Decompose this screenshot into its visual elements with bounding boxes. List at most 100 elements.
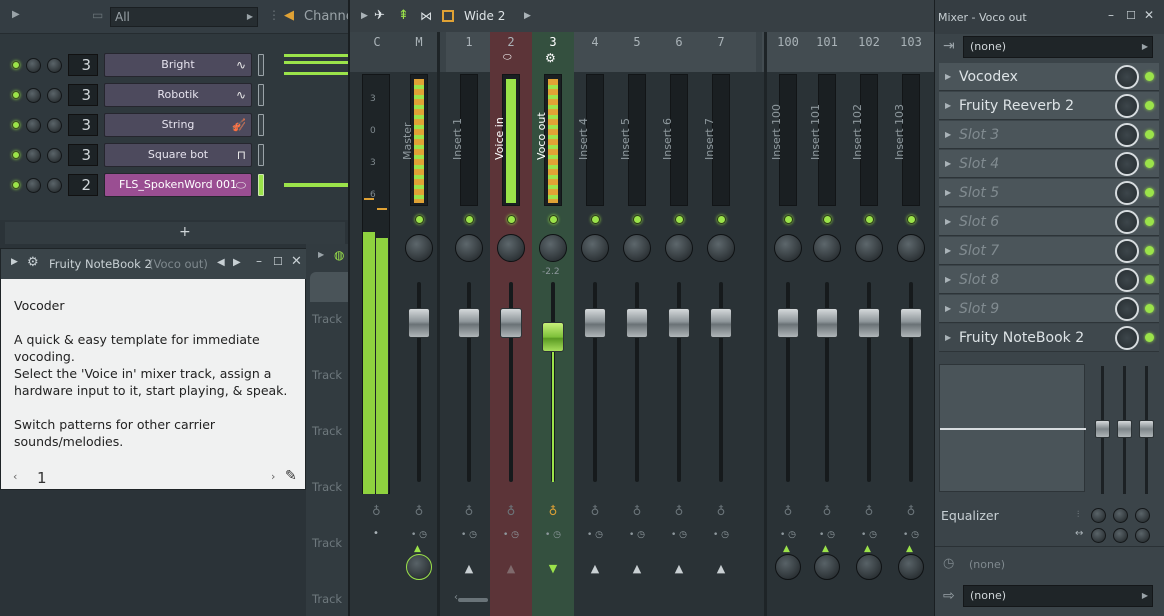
strip-pan-knob[interactable]: [774, 234, 802, 262]
strip-mute-led[interactable]: [415, 215, 424, 224]
time-source-value[interactable]: (none): [969, 558, 1005, 571]
volume-fader[interactable]: [542, 322, 564, 352]
page-next-icon[interactable]: ›: [271, 470, 275, 483]
slot-menu-arrow-icon[interactable]: ▶: [945, 121, 951, 149]
slot-mix-knob[interactable]: [1115, 123, 1139, 147]
channel-button[interactable]: Robotik ∿: [104, 83, 252, 107]
route-up-icon[interactable]: ▲: [713, 562, 729, 576]
channel-mute-led[interactable]: [12, 121, 20, 129]
mic-icon[interactable]: ♁: [714, 504, 728, 522]
pencil-icon[interactable]: ✎: [285, 468, 297, 484]
slot-mix-knob[interactable]: [1115, 297, 1139, 321]
channel-mute-led[interactable]: [12, 151, 20, 159]
channel-volume-knob[interactable]: [47, 147, 62, 163]
channel-volume-knob[interactable]: [47, 57, 62, 73]
volume-fader[interactable]: [408, 308, 430, 338]
channel-select-bar[interactable]: [258, 174, 264, 196]
mixer-strip[interactable]: 101 Insert 101 ♁ • ◷ ▲: [806, 32, 848, 616]
slot-menu-arrow-icon[interactable]: ▶: [945, 63, 951, 91]
mixer-strip[interactable]: 6 Insert 6 ♁ • ◷ ▲: [658, 32, 700, 616]
slot-mix-knob[interactable]: [1115, 268, 1139, 292]
route-knob[interactable]: [406, 554, 432, 580]
eq-band-slider[interactable]: [1117, 420, 1132, 438]
channel-row[interactable]: 3 Bright ∿: [12, 52, 282, 78]
route-down-icon[interactable]: ▼: [545, 562, 561, 576]
mixer-strip[interactable]: 7 Insert 7 ♁ • ◷ ▲: [700, 32, 742, 616]
next-preset-icon[interactable]: ▶: [233, 257, 241, 268]
mic-icon[interactable]: ♁: [462, 504, 476, 522]
slot-enable-led[interactable]: [1145, 101, 1154, 110]
strip-pan-knob[interactable]: [897, 234, 925, 262]
mixer-menu-arrow-icon[interactable]: ▶: [361, 11, 368, 21]
maximize-icon[interactable]: ☐: [273, 255, 283, 268]
mic-icon[interactable]: ♁: [546, 504, 560, 522]
channel-mute-led[interactable]: [12, 61, 20, 69]
equalizer-graph[interactable]: [939, 364, 1086, 492]
mic-icon[interactable]: ♁: [904, 504, 918, 522]
channel-select-bar[interactable]: [258, 114, 264, 136]
slot-enable-led[interactable]: [1145, 304, 1154, 313]
fx-slot[interactable]: ▶ Slot 3: [939, 121, 1159, 149]
slot-enable-led[interactable]: [1145, 275, 1154, 284]
bird-icon[interactable]: ✈: [374, 8, 385, 23]
strip-mute-led[interactable]: [507, 215, 516, 224]
volume-fader[interactable]: [900, 308, 922, 338]
mixer-strip[interactable]: 1 Insert 1 ♁ • ◷ ▲: [448, 32, 490, 616]
eq-knob[interactable]: [1113, 508, 1128, 523]
eq-knob[interactable]: [1091, 508, 1106, 523]
strip-mute-led[interactable]: [784, 215, 793, 224]
channel-filter-select[interactable]: All ▶: [110, 7, 258, 27]
close-icon[interactable]: ✕: [1144, 8, 1154, 22]
mic-icon[interactable]: ♁: [862, 504, 876, 522]
channel-pan-knob[interactable]: [26, 117, 41, 133]
channel-mixer-track[interactable]: 3: [68, 144, 98, 166]
slot-mix-knob[interactable]: [1115, 239, 1139, 263]
playlist-magnet-icon[interactable]: ◍: [334, 248, 344, 262]
route-up-icon[interactable]: ▲: [461, 562, 477, 576]
mic-icon[interactable]: ♁: [630, 504, 644, 522]
slot-menu-arrow-icon[interactable]: ▶: [945, 295, 951, 323]
mic-icon[interactable]: ♁: [504, 504, 518, 522]
slot-menu-arrow-icon[interactable]: ▶: [945, 266, 951, 294]
strip-mute-led[interactable]: [717, 215, 726, 224]
mic-icon[interactable]: ♁: [672, 504, 686, 522]
slot-mix-knob[interactable]: [1115, 152, 1139, 176]
channel-row[interactable]: 3 Square bot ⊓: [12, 142, 282, 168]
mixer-strip[interactable]: C 3 0 3 6 ♁ •: [356, 32, 398, 616]
channel-mixer-track[interactable]: 2: [68, 174, 98, 196]
channel-row[interactable]: 3 Robotik ∿: [12, 82, 282, 108]
fx-slot[interactable]: ▶ Vocodex: [939, 63, 1159, 91]
fx-slot[interactable]: ▶ Fruity NoteBook 2: [939, 324, 1159, 352]
route-up-icon[interactable]: ▲: [629, 562, 645, 576]
mixer-strip[interactable]: 4 Insert 4 ♁ • ◷ ▲: [574, 32, 616, 616]
channel-volume-knob[interactable]: [47, 177, 62, 193]
mic-icon[interactable]: ♁: [588, 504, 602, 522]
volume-fader[interactable]: [777, 308, 799, 338]
slot-enable-led[interactable]: [1145, 246, 1154, 255]
channel-mixer-track[interactable]: 3: [68, 84, 98, 106]
route-up-icon[interactable]: ▲: [503, 562, 519, 576]
channel-pan-knob[interactable]: [26, 147, 41, 163]
channel-volume-knob[interactable]: [47, 87, 62, 103]
volume-fader[interactable]: [710, 308, 732, 338]
step-sequencer[interactable]: [282, 48, 348, 218]
eq-knob[interactable]: [1135, 508, 1150, 523]
channel-mute-led[interactable]: [12, 91, 20, 99]
volume-fader[interactable]: [584, 308, 606, 338]
eq-knob[interactable]: [1113, 528, 1128, 543]
mixer-strip[interactable]: 2 ⬭ Voice in ♁ • ◷ ▲: [490, 32, 532, 616]
slot-mix-knob[interactable]: [1115, 181, 1139, 205]
channel-pan-knob[interactable]: [26, 177, 41, 193]
channel-select-bar[interactable]: [258, 54, 264, 76]
channel-pan-knob[interactable]: [26, 57, 41, 73]
close-icon[interactable]: ✕: [291, 254, 302, 269]
fx-slot[interactable]: ▶ Slot 5: [939, 179, 1159, 207]
route-knob[interactable]: [814, 554, 840, 580]
maximize-icon[interactable]: ☐: [1126, 9, 1136, 22]
slot-menu-arrow-icon[interactable]: ▶: [945, 179, 951, 207]
audio-input-select[interactable]: (none) ▶: [963, 36, 1153, 58]
eq-knob[interactable]: [1135, 528, 1150, 543]
audio-output-select[interactable]: (none) ▶: [963, 585, 1153, 607]
slot-menu-arrow-icon[interactable]: ▶: [945, 208, 951, 236]
channel-row[interactable]: 2 FLS_SpokenWord 001 ⬭: [12, 172, 282, 198]
